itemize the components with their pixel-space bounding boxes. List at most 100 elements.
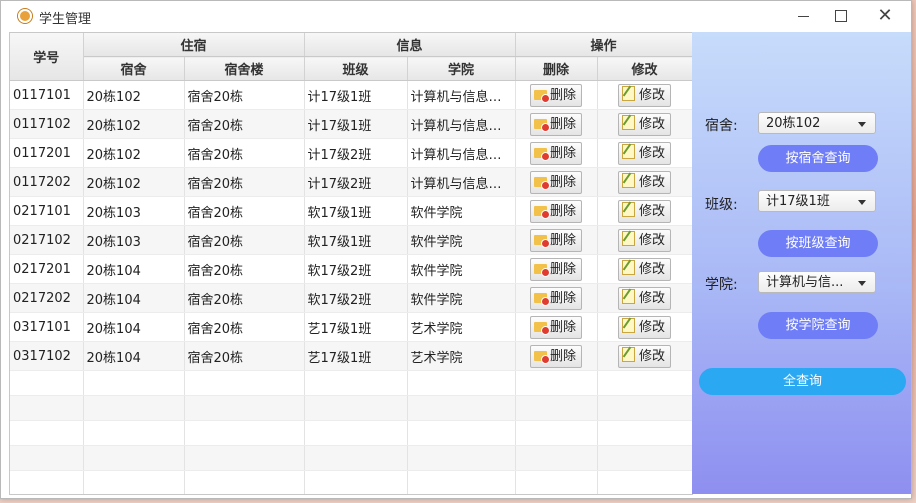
- cell-edit: 修改: [597, 167, 692, 197]
- delete-button[interactable]: 删除: [530, 141, 583, 165]
- cell-id: 0217102: [10, 225, 84, 255]
- empty-cell: [10, 395, 84, 421]
- cell-edit: 修改: [597, 196, 692, 226]
- cell-dorm: 20栋103: [83, 196, 185, 226]
- delete-button[interactable]: 删除: [530, 257, 583, 281]
- edit-button[interactable]: 修改: [618, 112, 672, 136]
- delete-button[interactable]: 删除: [530, 315, 583, 339]
- close-button[interactable]: ✕: [867, 4, 903, 28]
- college-label: 学院:: [705, 277, 738, 293]
- empty-cell: [597, 395, 692, 421]
- col-header-class[interactable]: 班级: [304, 56, 408, 81]
- edit-button[interactable]: 修改: [618, 315, 672, 339]
- table-row[interactable]: 0117202 20栋102 宿舍20栋 计17级2班 计算机与信息工... 删除 修改: [10, 167, 692, 197]
- notepad-edit-icon: [622, 172, 636, 188]
- delete-button[interactable]: 删除: [530, 286, 583, 310]
- edit-button[interactable]: 修改: [618, 286, 672, 310]
- empty-cell: [83, 445, 185, 471]
- empty-cell: [597, 470, 692, 494]
- table-row[interactable]: 0217201 20栋104 宿舍20栋 软17级2班 软件学院 删除 修改: [10, 254, 692, 284]
- folder-delete-icon: [534, 176, 551, 190]
- dorm-select-value: 20栋102: [766, 116, 821, 131]
- delete-label: 删除: [550, 174, 577, 190]
- cell-college: 软件学院: [407, 254, 516, 284]
- dorm-query-button[interactable]: 按宿舍查询: [758, 145, 878, 172]
- cell-class: 计17级2班: [304, 138, 408, 168]
- notepad-edit-icon: [622, 259, 636, 275]
- query-all-button[interactable]: 全查询: [699, 368, 906, 395]
- delete-button[interactable]: 删除: [530, 199, 583, 223]
- cell-delete: 删除: [515, 341, 598, 371]
- table-row[interactable]: 0117102 20栋102 宿舍20栋 计17级1班 计算机与信息工... 删除 修改: [10, 109, 692, 139]
- class-select[interactable]: 计17级1班: [758, 190, 876, 212]
- cell-college: 软件学院: [407, 283, 516, 313]
- cell-building: 宿舍20栋: [184, 254, 305, 284]
- delete-button[interactable]: 删除: [530, 112, 583, 136]
- folder-delete-icon: [534, 292, 551, 306]
- table-row[interactable]: 0117201 20栋102 宿舍20栋 计17级2班 计算机与信息工... 删除 修改: [10, 138, 692, 168]
- cell-id: 0117101: [10, 80, 84, 110]
- edit-button[interactable]: 修改: [618, 141, 672, 165]
- college-select[interactable]: 计算机与信...: [758, 271, 876, 293]
- table-row[interactable]: 0317101 20栋104 宿舍20栋 艺17级1班 艺术学院 删除 修改: [10, 312, 692, 342]
- empty-cell: [597, 445, 692, 471]
- col-header-dorm[interactable]: 宿舍: [83, 56, 185, 81]
- class-query-button[interactable]: 按班级查询: [758, 230, 878, 257]
- cell-delete: 删除: [515, 225, 598, 255]
- table-row[interactable]: 0217202 20栋104 宿舍20栋 软17级2班 软件学院 删除 修改: [10, 283, 692, 313]
- edit-button[interactable]: 修改: [618, 170, 672, 194]
- col-header-college[interactable]: 学院: [407, 56, 516, 81]
- cell-building: 宿舍20栋: [184, 109, 305, 139]
- cell-dorm: 20栋104: [83, 341, 185, 371]
- cell-class: 软17级1班: [304, 196, 408, 226]
- edit-label: 修改: [639, 87, 666, 103]
- empty-cell: [10, 370, 84, 396]
- maximize-button[interactable]: [823, 4, 859, 28]
- cell-class: 软17级1班: [304, 225, 408, 255]
- college-query-button[interactable]: 按学院查询: [758, 312, 878, 339]
- cell-delete: 删除: [515, 138, 598, 168]
- cell-edit: 修改: [597, 80, 692, 110]
- cell-id: 0117102: [10, 109, 84, 139]
- folder-delete-icon: [534, 118, 551, 132]
- table-row[interactable]: 0117101 20栋102 宿舍20栋 计17级1班 计算机与信息工... 删除 修改: [10, 80, 692, 110]
- col-header-edit[interactable]: 修改: [597, 56, 692, 81]
- delete-button[interactable]: 删除: [530, 228, 583, 252]
- cell-class: 艺17级1班: [304, 312, 408, 342]
- delete-label: 删除: [550, 261, 577, 277]
- notepad-edit-icon: [622, 346, 636, 362]
- notepad-edit-icon: [622, 317, 636, 333]
- empty-cell: [515, 420, 598, 446]
- table-row[interactable]: 0217102 20栋103 宿舍20栋 软17级1班 软件学院 删除 修改: [10, 225, 692, 255]
- cell-id: 0217202: [10, 283, 84, 313]
- edit-button[interactable]: 修改: [618, 257, 672, 281]
- edit-button[interactable]: 修改: [618, 83, 672, 107]
- table-row[interactable]: 0317102 20栋104 宿舍20栋 艺17级1班 艺术学院 删除 修改: [10, 341, 692, 371]
- cell-college: 艺术学院: [407, 312, 516, 342]
- edit-button[interactable]: 修改: [618, 199, 672, 223]
- delete-button[interactable]: 删除: [530, 83, 583, 107]
- dorm-select[interactable]: 20栋102: [758, 112, 876, 134]
- empty-cell: [407, 445, 516, 471]
- title-bar: 学生管理 ✕: [1, 1, 911, 31]
- delete-button[interactable]: 删除: [530, 170, 583, 194]
- minimize-button[interactable]: [785, 4, 821, 28]
- table-row[interactable]: 0217101 20栋103 宿舍20栋 软17级1班 软件学院 删除 修改: [10, 196, 692, 226]
- col-header-delete[interactable]: 删除: [515, 56, 598, 81]
- col-header-building[interactable]: 宿舍楼: [184, 56, 305, 81]
- student-table[interactable]: 学号 住宿 信息 操作 宿舍 宿舍楼 班级 学院 删除 修改 0117101 20…: [9, 32, 693, 495]
- empty-cell: [10, 470, 84, 494]
- delete-button[interactable]: 删除: [530, 344, 583, 368]
- edit-button[interactable]: 修改: [618, 344, 672, 368]
- edit-label: 修改: [639, 203, 666, 219]
- delete-label: 删除: [550, 290, 577, 306]
- edit-button[interactable]: 修改: [618, 228, 672, 252]
- notepad-edit-icon: [622, 143, 636, 159]
- empty-row: [10, 395, 692, 421]
- empty-cell: [83, 420, 185, 446]
- student-grid: 学号 住宿 信息 操作 宿舍 宿舍楼 班级 学院 删除 修改 0117101 20…: [10, 33, 692, 494]
- empty-row: [10, 470, 692, 494]
- folder-delete-icon: [534, 234, 551, 248]
- notepad-edit-icon: [622, 288, 636, 304]
- col-header-id[interactable]: 学号: [10, 33, 84, 81]
